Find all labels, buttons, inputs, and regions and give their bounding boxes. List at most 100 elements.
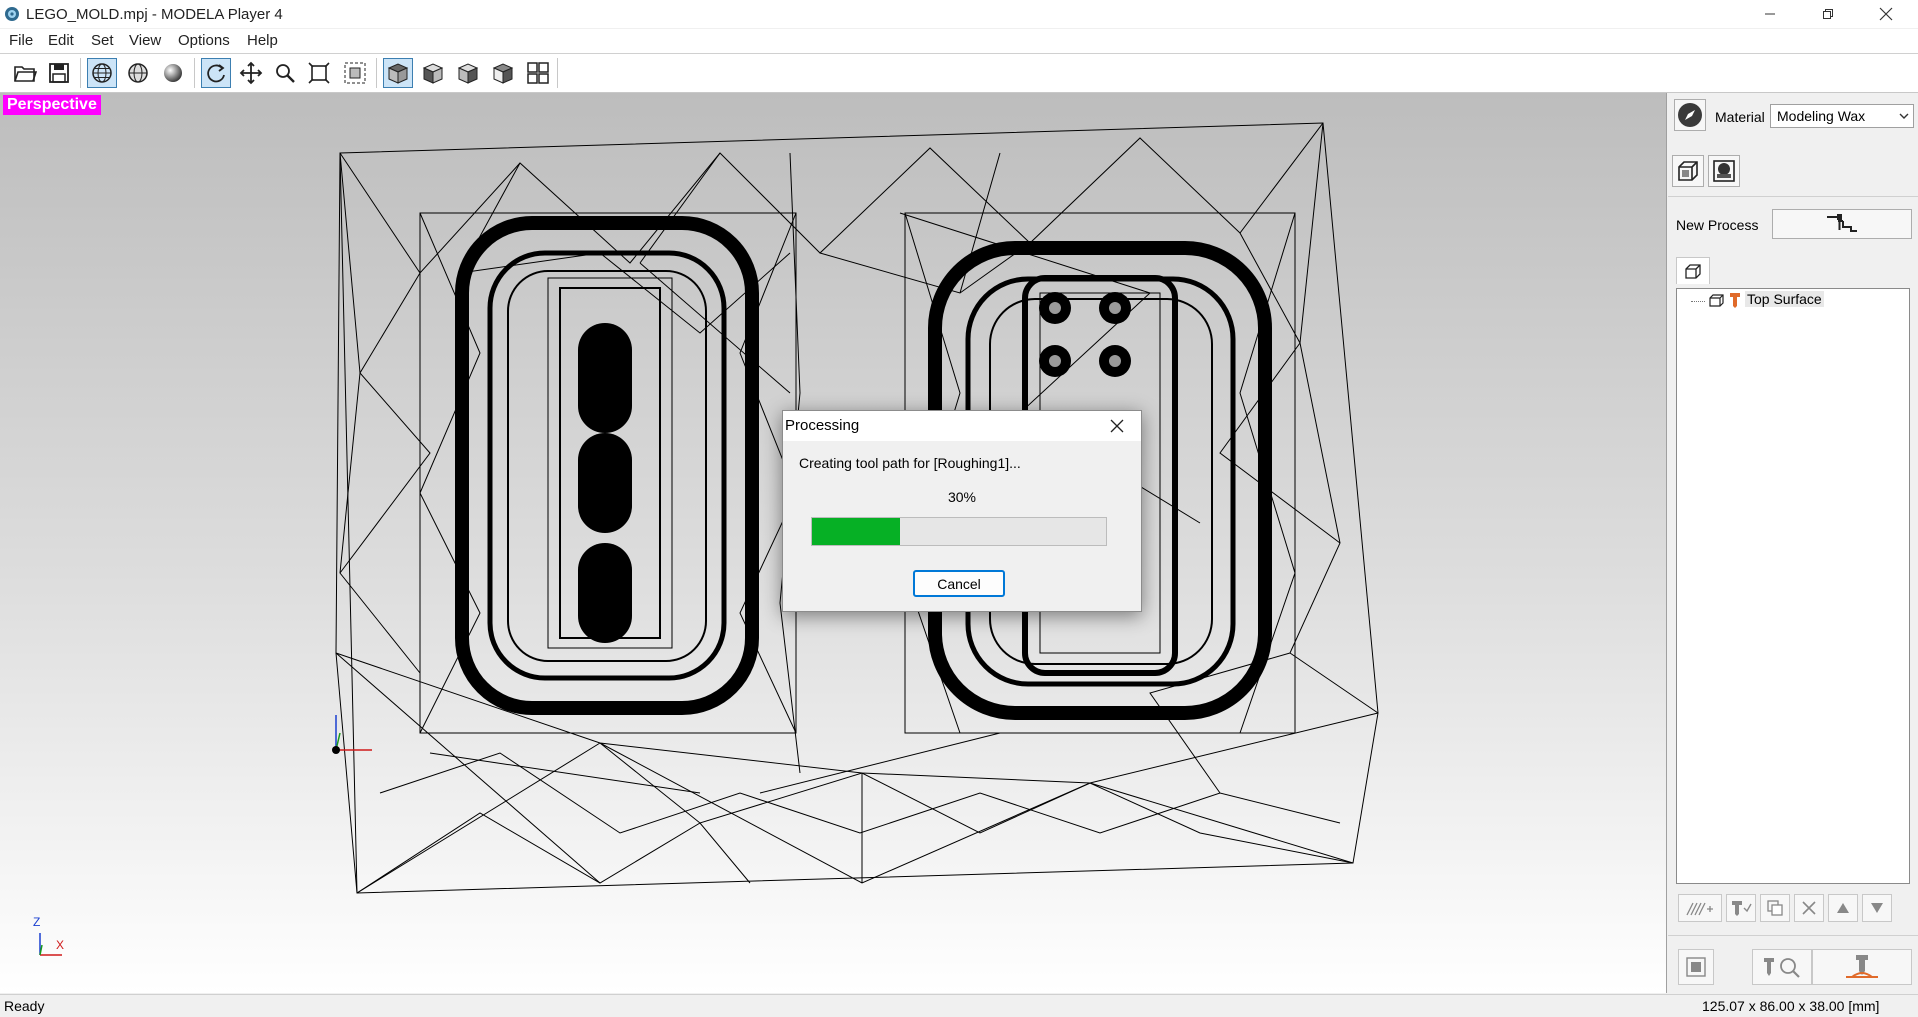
dialog-title-bar: Processing (783, 411, 1141, 441)
new-process-icon (1827, 214, 1857, 232)
preview-cutting-button[interactable] (1752, 949, 1812, 985)
toolbar-separator (194, 58, 195, 88)
edit-process-button[interactable] (1678, 894, 1722, 922)
processing-dialog: Processing Creating tool path for [Rough… (782, 410, 1142, 612)
panel-divider (1668, 935, 1918, 936)
minimize-icon (1765, 13, 1775, 15)
change-tool-button[interactable] (1726, 894, 1756, 922)
dialog-close-button[interactable] (1103, 415, 1131, 437)
close-button[interactable] (1858, 0, 1914, 28)
move-up-button[interactable] (1828, 894, 1858, 922)
stock-settings-button[interactable] (1672, 155, 1704, 187)
status-bar: Ready 125.07 x 86.00 x 38.00 [mm] (0, 994, 1918, 1017)
menu-options[interactable]: Options (178, 32, 230, 49)
view-top-button[interactable] (383, 58, 413, 88)
view-top-cube-icon (387, 63, 409, 84)
process-tree-icon (1685, 264, 1701, 279)
view-side-button[interactable] (453, 58, 483, 88)
app-icon (5, 7, 19, 21)
hidden-line-view-button[interactable] (123, 58, 153, 88)
arrow-up-icon (1837, 903, 1849, 913)
view-front-button[interactable] (418, 58, 448, 88)
fit-all-button[interactable] (304, 58, 334, 88)
arrow-down-icon (1871, 903, 1883, 913)
chevron-down-icon (1899, 113, 1909, 119)
process-panel: Material Modeling Wax New Process Top Su… (1668, 93, 1918, 993)
cut-button[interactable] (1812, 949, 1912, 985)
toolbar-separator (557, 58, 558, 88)
restore-icon (1823, 9, 1833, 19)
new-process-button[interactable] (1772, 209, 1912, 239)
pan-button[interactable] (236, 58, 266, 88)
compass-icon (1678, 103, 1702, 127)
window-title: LEGO_MOLD.mpj - MODELA Player 4 (26, 6, 283, 23)
cutting-tool-icon (1846, 955, 1878, 978)
save-button[interactable] (44, 58, 74, 88)
menu-help[interactable]: Help (247, 32, 278, 49)
copy-process-button[interactable] (1760, 894, 1790, 922)
view-side-cube-icon (457, 63, 479, 84)
dialog-message: Creating tool path for [Roughing1]... (799, 455, 1021, 471)
model-tree-icon (1709, 294, 1724, 307)
menu-edit[interactable]: Edit (48, 32, 74, 49)
title-bar: LEGO_MOLD.mpj - MODELA Player 4 (0, 0, 1918, 28)
open-folder-icon (14, 66, 37, 82)
material-value: Modeling Wax (1777, 108, 1866, 124)
progress-bar-fill (812, 518, 900, 545)
rotate-button[interactable] (201, 58, 231, 88)
zoom-button[interactable] (270, 58, 300, 88)
zoom-window-button[interactable] (340, 58, 370, 88)
open-button[interactable] (10, 58, 40, 88)
menu-view[interactable]: View (129, 32, 161, 49)
axis-x-label: X (56, 938, 65, 952)
panel-divider (1668, 196, 1918, 197)
material-label: Material (1715, 109, 1765, 125)
minimize-button[interactable] (1742, 0, 1798, 28)
model-dimensions: 125.07 x 86.00 x 38.00 [mm] (1702, 998, 1880, 1014)
wireframe-view-button[interactable] (87, 58, 117, 88)
dialog-title: Processing (785, 417, 860, 434)
rotate-icon (207, 64, 225, 83)
view-iso-cube-icon (492, 63, 514, 84)
view-front-cube-icon (422, 63, 444, 84)
tool-change-icon (1732, 901, 1752, 916)
menu-set[interactable]: Set (91, 32, 114, 49)
preview-button[interactable] (1678, 949, 1714, 985)
tool-settings-button[interactable] (1674, 99, 1706, 131)
preview-icon (1686, 957, 1706, 977)
delete-icon (1802, 901, 1816, 915)
menu-bar: File Edit Set View Options Help (0, 29, 1918, 54)
menu-file[interactable]: File (9, 32, 33, 49)
axis-z-label: Z (33, 915, 41, 929)
material-select[interactable]: Modeling Wax (1770, 104, 1914, 128)
cancel-button[interactable]: Cancel (913, 570, 1005, 597)
tree-tab[interactable] (1676, 257, 1710, 284)
multi-view-icon (527, 62, 549, 84)
progress-percent: 30% (947, 489, 977, 505)
restore-button[interactable] (1800, 0, 1856, 28)
close-icon (1110, 419, 1124, 433)
cutting-preview-icon (1764, 958, 1800, 978)
new-process-label: New Process (1676, 217, 1759, 233)
save-icon (49, 63, 69, 83)
move-down-button[interactable] (1862, 894, 1892, 922)
progress-bar (811, 517, 1107, 546)
tree-connector (1691, 301, 1705, 303)
workpiece-box-icon (1678, 161, 1698, 181)
status-text: Ready (4, 998, 45, 1014)
zoom-window-icon (344, 62, 366, 84)
process-tree[interactable]: Top Surface (1676, 288, 1910, 884)
toolbar-separator (376, 58, 377, 88)
multi-view-button[interactable] (523, 58, 553, 88)
view-iso-button[interactable] (488, 58, 518, 88)
delete-process-button[interactable] (1794, 894, 1824, 922)
tree-item-top-surface[interactable]: Top Surface (1745, 291, 1824, 307)
hidden-line-globe-icon (128, 63, 148, 83)
zoom-icon (276, 64, 295, 83)
toolpath-edit-icon (1686, 902, 1713, 916)
toolbar (0, 54, 1918, 93)
model-icon (1713, 160, 1735, 182)
shaded-view-button[interactable] (158, 58, 188, 88)
model-settings-button[interactable] (1708, 155, 1740, 187)
pan-icon (239, 61, 263, 85)
